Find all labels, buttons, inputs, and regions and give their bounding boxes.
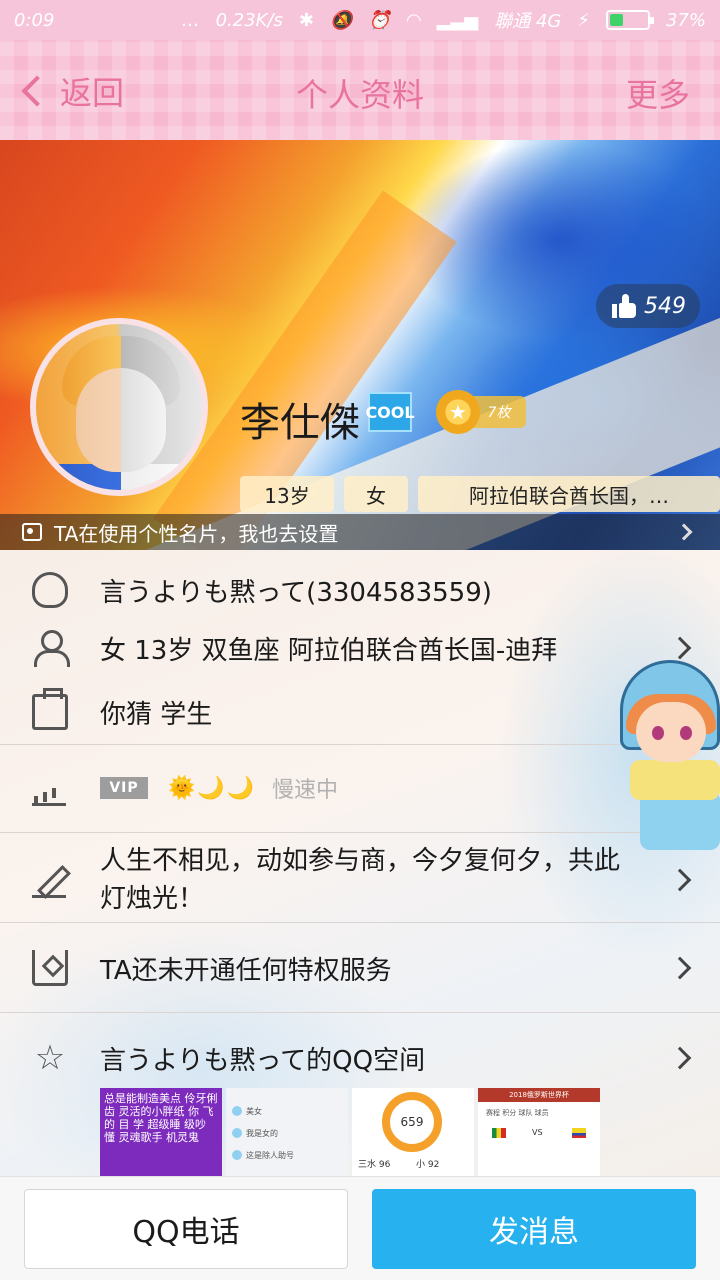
charging-icon: ⚡ [577,9,590,31]
chevron-right-icon [668,956,692,980]
gender-tag: 女 [344,476,408,512]
battery-percent: 37% [665,9,706,31]
nickname: 李仕傑 [240,400,360,446]
more-button[interactable]: 更多 [626,70,690,116]
thumbnail-text: 美女 [246,1106,262,1116]
like-button[interactable]: 549 [596,284,700,328]
bottom-action-bar: QQ电话 发消息 [0,1176,720,1280]
card-icon [22,523,42,541]
qq-call-button[interactable]: QQ电话 [24,1189,348,1269]
level-sun-moon-icons: 🌞🌙🌙 [168,775,257,801]
thumbnail-text: 这是除人助号 [246,1150,294,1160]
person-icon [32,630,70,667]
thumbnail-text: 三水 96 [358,1160,391,1170]
privilege-row[interactable]: TA还未开通任何特权服务 [0,938,720,998]
thumbnail-text: 小 92 [416,1160,440,1170]
pencil-icon [32,862,68,898]
briefcase-icon [32,688,68,730]
qq-id-text: 言うよりも黙って(3304583559) [100,577,492,608]
qq-id-row[interactable]: 言うよりも黙って(3304583559) [0,560,720,620]
flag-icon [492,1128,506,1138]
overflow-dots-icon: … [181,9,200,31]
status-bar: 0:09 … 0.23K/s ✱ 🔕 ⏰ ◠ ▂▃▅ 聯通 4G ⚡ 37% [0,0,720,40]
mascot-illustration [600,640,720,860]
qzone-gallery: 总是能制造美点 伶牙俐齿 灵活的小胖纸 你 飞 的 目 学 超级睡 级吵 懂 灵… [100,1088,600,1176]
thumbnail-text: 总是能制造美点 伶牙俐齿 灵活的小胖纸 你 飞 的 目 学 超级睡 级吵 懂 灵… [104,1092,218,1144]
network-speed: 0.23K/s [215,9,283,31]
battery-icon [605,10,654,30]
status-time: 0:09 [14,9,55,31]
signature-text: 人生不相见，动如参与商，今夕复何夕，共此灯烛光！ [100,846,621,914]
status-icons: … 0.23K/s ✱ 🔕 ⏰ ◠ ▂▃▅ 聯通 4G ⚡ 37% [182,7,706,33]
card-prompt-text: TA在使用个性名片，我也去设置 [54,521,339,546]
level-chart-icon [32,770,68,806]
thumbnail-text: 赛程 积分 球队 球员 [486,1109,549,1117]
vip-badge: VIP [100,777,148,799]
qzone-thumbnail[interactable]: 总是能制造美点 伶牙俐齿 灵活的小胖纸 你 飞 的 目 学 超级睡 级吵 懂 灵… [100,1088,222,1176]
send-message-button[interactable]: 发消息 [372,1189,696,1269]
nav-bar: 返回 个人资料 更多 [0,40,720,140]
flag-icon [572,1128,586,1138]
privilege-text: TA还未开通任何特权服务 [100,955,392,986]
qzone-thumbnail[interactable]: 2018俄罗斯世界杯 赛程 积分 球队 球员 VS [478,1088,600,1176]
avatar[interactable] [30,318,208,496]
page-title: 个人资料 [295,76,424,114]
level-status: 慢速中 [272,778,339,803]
score-ring: 659 [382,1092,442,1152]
qq-penguin-icon [32,572,68,608]
medal-count[interactable]: 7枚 [472,396,526,428]
battery-fill [609,14,623,26]
qzone-text: 言うよりも黙って的QQ空间 [100,1045,426,1076]
mute-icon: 🔕 [330,9,353,31]
wifi-icon: ◠ [406,9,421,31]
qzone-thumbnail[interactable]: 美女 我是女的 这是除人助号 [226,1088,348,1176]
thumbnail-text: VS [532,1128,543,1137]
qzone-row[interactable]: ☆ 言うよりも黙って的QQ空间 [0,1028,720,1088]
qzone-star-icon: ☆ [34,1038,66,1078]
profile-banner[interactable]: 549 李仕傑 COOL 7枚 ★ 13岁 女 阿拉伯联合酋长国，… TA在使用… [0,140,720,550]
crown-icon [32,950,68,986]
basic-info-text: 女 13岁 双鱼座 阿拉伯联合酋长国-迪拜 [100,635,558,666]
chevron-right-icon [675,523,693,541]
location-tag: 阿拉伯联合酋长国，… [418,476,720,512]
divider [0,1012,720,1013]
divider [0,922,720,923]
alarm-icon: ⏰ [368,9,391,31]
signal-icon: ▂▃▅ [436,9,479,31]
thumbnail-text: 2018俄罗斯世界杯 [478,1088,600,1102]
qzone-thumbnail[interactable]: 659 三水 96 小 92 [352,1088,474,1176]
personal-card-prompt[interactable]: TA在使用个性名片，我也去设置 [0,514,720,550]
chevron-right-icon [668,1046,692,1070]
cool-badge[interactable]: COOL [365,392,415,432]
chevron-right-icon [668,868,692,892]
medal-star-icon[interactable]: ★ [436,390,480,434]
thumbnail-text: 我是女的 [246,1128,278,1138]
carrier-label: 聯通 4G [494,11,562,32]
like-count: 549 [644,293,686,319]
age-tag: 13岁 [240,476,334,512]
thumbs-up-icon [612,294,636,318]
job-text: 你猜 学生 [100,699,213,730]
profile-tags: 13岁 女 阿拉伯联合酋长国，… [240,476,720,512]
bluetooth-icon: ✱ [298,9,314,31]
